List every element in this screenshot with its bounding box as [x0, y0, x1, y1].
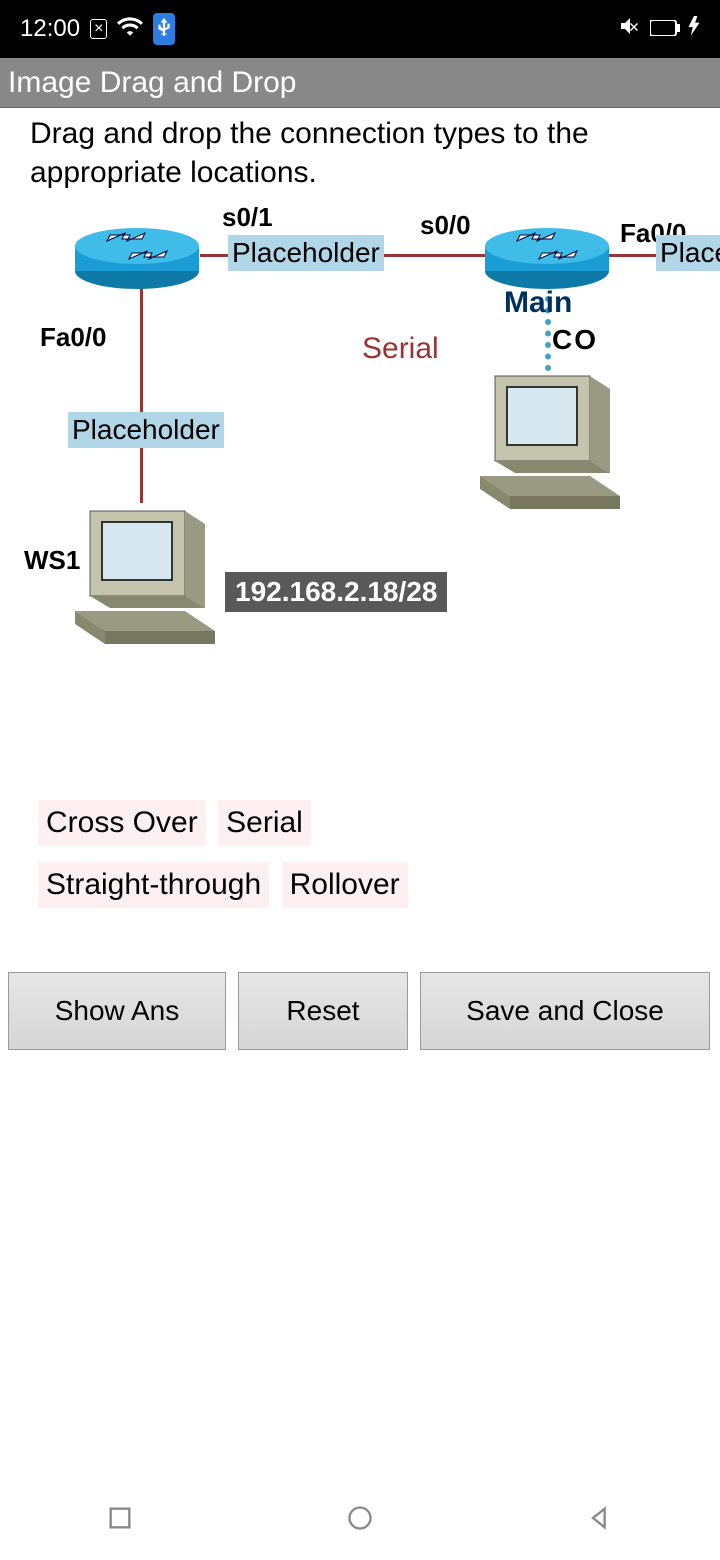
drag-item-straight[interactable]: Straight-through	[38, 862, 269, 908]
status-bar: 12:00 ×	[0, 0, 720, 58]
button-row: Show Ans Reset Save and Close	[0, 972, 720, 1050]
drag-item-rollover[interactable]: Rollover	[282, 862, 408, 908]
network-diagram: s0/1 s0/0 Fa0/0 Fa0/0 Main CO WS1 Serial…	[0, 196, 720, 816]
nav-recents-icon[interactable]	[106, 1504, 134, 1537]
port-label-s01: s0/1	[222, 202, 273, 233]
instruction-text: Drag and drop the connection types to th…	[30, 114, 690, 192]
nav-home-icon[interactable]	[346, 1504, 374, 1537]
mute-icon	[618, 14, 642, 45]
nav-back-icon[interactable]	[586, 1504, 614, 1537]
show-answer-button[interactable]: Show Ans	[8, 972, 226, 1050]
drop-zone-1[interactable]: Placeholder	[228, 235, 384, 271]
workstation-co-icon	[475, 361, 625, 511]
router-left-icon	[72, 221, 202, 291]
port-label-fa00-left: Fa0/0	[40, 322, 107, 353]
connection-label-serial: Serial	[362, 332, 439, 366]
workstation-ws1-icon	[70, 496, 220, 646]
drag-item-serial[interactable]: Serial	[218, 800, 311, 846]
charging-icon	[688, 15, 700, 43]
device-label-ws1: WS1	[24, 545, 80, 576]
drag-item-crossover[interactable]: Cross Over	[38, 800, 206, 846]
reset-button[interactable]: Reset	[238, 972, 408, 1050]
wifi-icon	[117, 15, 143, 43]
app-title: Image Drag and Drop	[8, 66, 297, 100]
drop-zone-3[interactable]: Placeholder	[68, 412, 224, 448]
battery-icon	[650, 15, 680, 43]
port-label-s00: s0/0	[420, 210, 471, 241]
close-box-icon: ×	[90, 19, 107, 39]
save-close-button[interactable]: Save and Close	[420, 972, 710, 1050]
device-label-main: Main	[504, 286, 572, 320]
usb-icon	[153, 13, 175, 45]
link-router1-ws1	[140, 288, 143, 503]
app-title-bar: Image Drag and Drop	[0, 58, 720, 108]
router-right-icon	[482, 221, 612, 291]
status-time: 12:00	[20, 15, 80, 43]
drop-zone-2[interactable]: Placeholder	[656, 235, 720, 271]
device-label-co: CO	[552, 324, 598, 356]
ip-address-label: 192.168.2.18/28	[225, 572, 447, 612]
drag-source-area: Cross Over Serial Straight-through Rollo…	[38, 800, 416, 924]
system-nav-bar	[0, 1480, 720, 1560]
